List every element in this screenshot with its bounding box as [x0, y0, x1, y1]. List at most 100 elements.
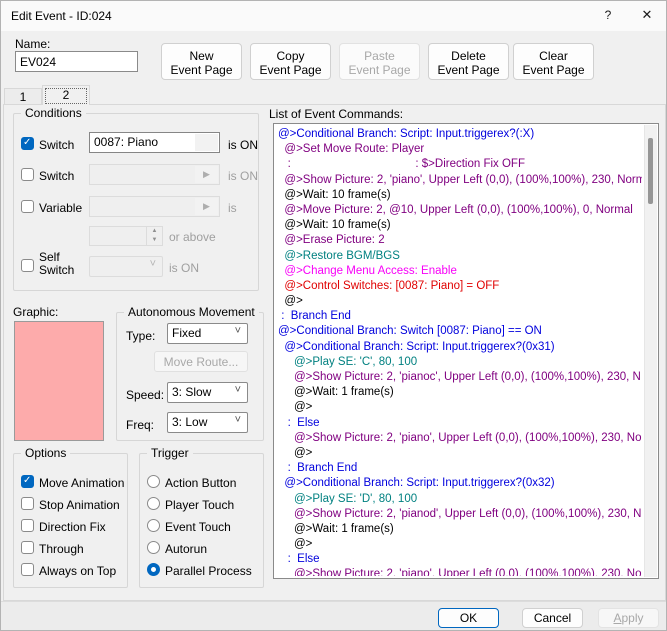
button-label: Paste: [346, 49, 413, 63]
command-line[interactable]: @>Wait: 1 frame(s): [278, 385, 642, 400]
command-list[interactable]: @>Conditional Branch: Script: Input.trig…: [273, 123, 659, 579]
command-line[interactable]: @>Play SE: 'C', 80, 100: [278, 355, 642, 370]
button-label: Event Page: [257, 63, 324, 77]
option-label: Always on Top: [39, 564, 116, 578]
variable-field: ▶: [89, 196, 220, 217]
command-line[interactable]: @>: [278, 446, 642, 461]
command-line[interactable]: @>Restore BGM/BGS: [278, 249, 642, 264]
copy-event-page-button[interactable]: Copy Event Page: [250, 43, 331, 80]
switch1-picker-button[interactable]: [195, 134, 218, 151]
title-bar[interactable]: Edit Event - ID:024 ? ✕: [1, 1, 666, 31]
tab-page-1[interactable]: 1: [4, 88, 42, 105]
tab-page-2[interactable]: 2: [42, 85, 90, 105]
event-name-input[interactable]: [15, 51, 138, 72]
trigger-label: Player Touch: [165, 498, 234, 512]
type-value: Fixed: [172, 326, 201, 340]
new-event-page-button[interactable]: New Event Page: [161, 43, 242, 80]
trigger-action-button-radio[interactable]: [147, 475, 160, 488]
group-title: Autonomous Movement: [124, 305, 259, 319]
command-line[interactable]: @>Show Picture: 2, 'piano', Upper Left (…: [278, 431, 642, 446]
option-label: Through: [39, 542, 84, 556]
button-label: Clear: [520, 49, 587, 63]
command-line[interactable]: : : $>Direction Fix OFF: [278, 157, 642, 172]
trigger-event-touch-radio[interactable]: [147, 519, 160, 532]
scrollbar-track[interactable]: [644, 125, 657, 577]
cancel-button[interactable]: Cancel: [522, 608, 583, 628]
command-line[interactable]: @>Show Picture: 2, 'pianod', Upper Left …: [278, 507, 642, 522]
scrollbar-thumb[interactable]: [648, 138, 653, 204]
apply-mnemonic: A: [613, 611, 621, 625]
amount-suffix: or above: [169, 230, 216, 244]
arrow-right-icon: ▶: [203, 201, 210, 211]
command-line[interactable]: @>: [278, 400, 642, 415]
spinner-buttons: ▲ ▼: [146, 227, 162, 245]
speed-combo[interactable]: 3: Slow ˅: [167, 382, 248, 403]
clear-event-page-button[interactable]: Clear Event Page: [513, 43, 594, 80]
command-line[interactable]: @>: [278, 294, 642, 309]
trigger-autorun-radio[interactable]: [147, 541, 160, 554]
dialog-footer: OK Cancel Apply: [1, 601, 667, 631]
command-line[interactable]: @>Show Picture: 2, 'piano', Upper Left (…: [278, 173, 642, 188]
command-line[interactable]: @>Control Switches: [0087: Piano] = OFF: [278, 279, 642, 294]
command-line[interactable]: @>Wait: 10 frame(s): [278, 188, 642, 203]
option-through-checkbox[interactable]: ✓: [21, 541, 34, 554]
option-label: Direction Fix: [39, 520, 106, 534]
command-list-content: @>Conditional Branch: Script: Input.trig…: [278, 127, 642, 576]
window-title: Edit Event - ID:024: [11, 9, 112, 23]
help-icon[interactable]: ?: [597, 8, 619, 22]
freq-label: Freq:: [126, 418, 154, 432]
chevron-down-icon: ˅: [235, 384, 241, 396]
freq-combo[interactable]: 3: Low ˅: [167, 412, 248, 433]
trigger-parallel-process-radio[interactable]: [147, 563, 160, 576]
option-direction-fix-checkbox[interactable]: ✓: [21, 519, 34, 532]
command-line[interactable]: : Else: [278, 552, 642, 567]
command-line[interactable]: @>Erase Picture: 2: [278, 233, 642, 248]
command-line[interactable]: @>Conditional Branch: Switch [0087: Pian…: [278, 324, 642, 339]
command-line[interactable]: @>Show Picture: 2, 'pianoc', Upper Left …: [278, 370, 642, 385]
ok-button[interactable]: OK: [438, 608, 499, 628]
command-line[interactable]: @>Show Picture: 2, 'piano', Upper Left (…: [278, 567, 642, 576]
speed-value: 3: Slow: [172, 385, 211, 399]
command-line[interactable]: @>Wait: 10 frame(s): [278, 218, 642, 233]
command-line[interactable]: : Branch End: [278, 461, 642, 476]
close-icon[interactable]: ✕: [635, 7, 659, 23]
type-label: Type:: [126, 329, 155, 343]
trigger-label: Action Button: [165, 476, 236, 490]
button-label: Delete: [435, 49, 502, 63]
switch1-field[interactable]: 0087: Piano: [89, 132, 220, 153]
variable-checkbox[interactable]: ✓: [21, 200, 34, 213]
switch2-checkbox[interactable]: ✓: [21, 168, 34, 181]
command-line[interactable]: @>Play SE: 'D', 80, 100: [278, 492, 642, 507]
graphic-preview[interactable]: [14, 321, 104, 441]
trigger-player-touch-radio[interactable]: [147, 497, 160, 510]
apply-button: Apply: [598, 608, 659, 628]
switch2-label: Switch: [39, 169, 74, 183]
command-line[interactable]: @>Conditional Branch: Script: Input.trig…: [278, 476, 642, 491]
self-switch-checkbox[interactable]: ✓: [21, 259, 34, 272]
option-move-animation-checkbox[interactable]: ✓: [21, 475, 34, 488]
command-line[interactable]: @>Conditional Branch: Script: Input.trig…: [278, 340, 642, 355]
type-combo[interactable]: Fixed ˅: [167, 323, 248, 344]
command-line[interactable]: @>Set Move Route: Player: [278, 142, 642, 157]
command-line[interactable]: @>Change Menu Access: Enable: [278, 264, 642, 279]
option-stop-animation-checkbox[interactable]: ✓: [21, 497, 34, 510]
option-always-on-top-checkbox[interactable]: ✓: [21, 563, 34, 576]
command-line[interactable]: : Else: [278, 416, 642, 431]
command-line[interactable]: @>Move Picture: 2, @10, Upper Left (0,0)…: [278, 203, 642, 218]
command-line[interactable]: : Branch End: [278, 309, 642, 324]
command-line[interactable]: @>Conditional Branch: Script: Input.trig…: [278, 127, 642, 142]
command-line[interactable]: @>: [278, 537, 642, 552]
delete-event-page-button[interactable]: Delete Event Page: [428, 43, 509, 80]
command-list-label: List of Event Commands:: [269, 107, 403, 121]
button-label: New: [168, 49, 235, 63]
switch2-field: ▶: [89, 164, 220, 185]
command-line[interactable]: @>Wait: 1 frame(s): [278, 522, 642, 537]
paste-event-page-button: Paste Event Page: [339, 43, 420, 80]
chevron-down-icon: ˅: [235, 325, 241, 337]
move-route-button: Move Route...: [154, 351, 248, 372]
arrow-right-icon: ▶: [203, 169, 210, 179]
switch1-checkbox[interactable]: ✓: [21, 137, 34, 150]
button-label: Event Page: [435, 63, 502, 77]
self-switch-suffix: is ON: [169, 261, 199, 275]
variable-suffix: is: [228, 201, 237, 215]
